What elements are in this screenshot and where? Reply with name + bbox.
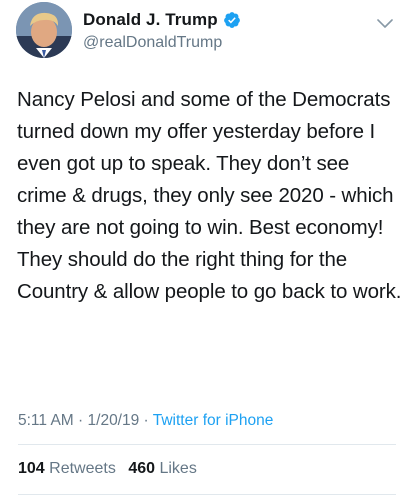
tweet-time[interactable]: 5:11 AM [18, 412, 74, 429]
verified-badge-icon [223, 11, 241, 29]
likes-stat[interactable]: 460 Likes [128, 460, 197, 477]
avatar[interactable] [16, 2, 72, 58]
tweet-date[interactable]: 1/20/19 [88, 412, 140, 429]
divider [18, 494, 396, 495]
chevron-down-icon[interactable] [375, 16, 395, 30]
tweet-header: Donald J. Trump @realDonaldTrump [0, 0, 410, 70]
display-name[interactable]: Donald J. Trump [83, 10, 218, 30]
tweet-source-link[interactable]: Twitter for iPhone [153, 412, 274, 429]
user-handle[interactable]: @realDonaldTrump [83, 34, 241, 52]
retweets-label: Retweets [49, 460, 116, 477]
likes-label: Likes [159, 460, 197, 477]
likes-count: 460 [128, 460, 156, 477]
profile-photo [16, 2, 72, 58]
name-row: Donald J. Trump [83, 9, 241, 31]
meta-separator: · [143, 412, 149, 429]
retweets-stat[interactable]: 104 Retweets [18, 460, 120, 477]
tweet-meta: 5:11 AM · 1/20/19 · Twitter for iPhone [18, 412, 273, 430]
retweets-count: 104 [18, 460, 45, 477]
meta-separator: · [78, 412, 84, 429]
tweet-stats: 104 Retweets 460 Likes [18, 460, 205, 478]
divider [18, 444, 396, 445]
user-names: Donald J. Trump @realDonaldTrump [83, 9, 241, 52]
tweet-text: Nancy Pelosi and some of the Democrats t… [17, 88, 402, 303]
